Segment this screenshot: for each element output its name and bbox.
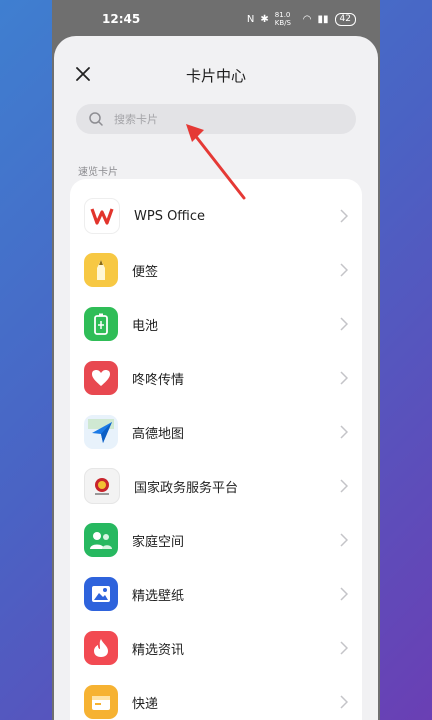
notes-icon [84, 253, 118, 287]
list-item-news[interactable]: 精选资讯 [70, 621, 362, 675]
heart-icon [84, 361, 118, 395]
page-title: 卡片中心 [185, 67, 246, 85]
chevron-right-icon [340, 371, 348, 385]
list-item-battery[interactable]: 电池 [70, 297, 362, 351]
chevron-right-icon [340, 209, 348, 223]
list-item-label: 快递 [132, 696, 159, 712]
wifi-icon: ◠ [302, 13, 312, 25]
chevron-right-icon [340, 263, 348, 277]
signal-icon: ▮▮ [317, 13, 329, 25]
family-space-icon [84, 523, 118, 557]
chevron-right-icon [340, 641, 348, 655]
gov-service-icon [84, 468, 120, 504]
chevron-right-icon [340, 425, 348, 439]
battery-icon: 42 [334, 12, 356, 26]
amap-icon [84, 415, 118, 449]
card-center-sheet: 卡片中心 速览卡片 WPS Office 便签 [54, 36, 378, 720]
net-speed: 81.0 KB/S [274, 11, 291, 27]
status-icons: N ✱ 81.0 KB/S ◠ ▮▮ 42 [247, 11, 356, 27]
bluetooth-icon: ✱ [260, 13, 269, 25]
chevron-right-icon [340, 533, 348, 547]
battery-app-icon [84, 307, 118, 341]
section-label: 速览卡片 [78, 167, 118, 178]
card-list: WPS Office 便签 电池 咚咚传情 高德地图 国家政务服务平台 家庭空间… [70, 179, 362, 720]
search-bar[interactable] [76, 104, 356, 134]
wps-office-icon [84, 198, 120, 234]
list-item-family-space[interactable]: 家庭空间 [70, 513, 362, 567]
list-item-label: 国家政务服务平台 [134, 480, 239, 496]
status-time: 12:45 [102, 12, 141, 26]
list-item-label: 电池 [132, 318, 159, 334]
search-icon [89, 112, 103, 126]
chevron-right-icon [340, 479, 348, 493]
search-input[interactable] [112, 111, 336, 127]
list-item-label: 咚咚传情 [132, 372, 185, 388]
wallpaper-icon [84, 577, 118, 611]
list-item-amap[interactable]: 高德地图 [70, 405, 362, 459]
nfc-icon: N [246, 13, 255, 25]
header: 卡片中心 [54, 36, 378, 112]
list-item-label: 精选壁纸 [132, 588, 185, 604]
list-item-dongdong[interactable]: 咚咚传情 [70, 351, 362, 405]
list-item-label: 高德地图 [132, 426, 185, 442]
list-item-label: 精选资讯 [132, 642, 185, 658]
list-item-label: WPS Office [134, 208, 206, 224]
list-item-label: 便签 [132, 264, 159, 280]
list-item-express[interactable]: 快递 [70, 675, 362, 720]
list-item-gov-service[interactable]: 国家政务服务平台 [70, 459, 362, 513]
list-item-label: 家庭空间 [132, 534, 185, 550]
express-icon [84, 685, 118, 719]
phone-screen: 12:45 N ✱ 81.0 KB/S ◠ ▮▮ 42 卡片中心 搜索卡片 速览… [52, 0, 380, 720]
chevron-right-icon [340, 587, 348, 601]
chevron-right-icon [340, 317, 348, 331]
news-icon [84, 631, 118, 665]
list-item-notes[interactable]: 便签 [70, 243, 362, 297]
list-item-wallpaper[interactable]: 精选壁纸 [70, 567, 362, 621]
status-bar: 12:45 N ✱ 81.0 KB/S ◠ ▮▮ 42 [52, 0, 380, 38]
chevron-right-icon [340, 695, 348, 709]
list-item-wps-office[interactable]: WPS Office [70, 189, 362, 243]
